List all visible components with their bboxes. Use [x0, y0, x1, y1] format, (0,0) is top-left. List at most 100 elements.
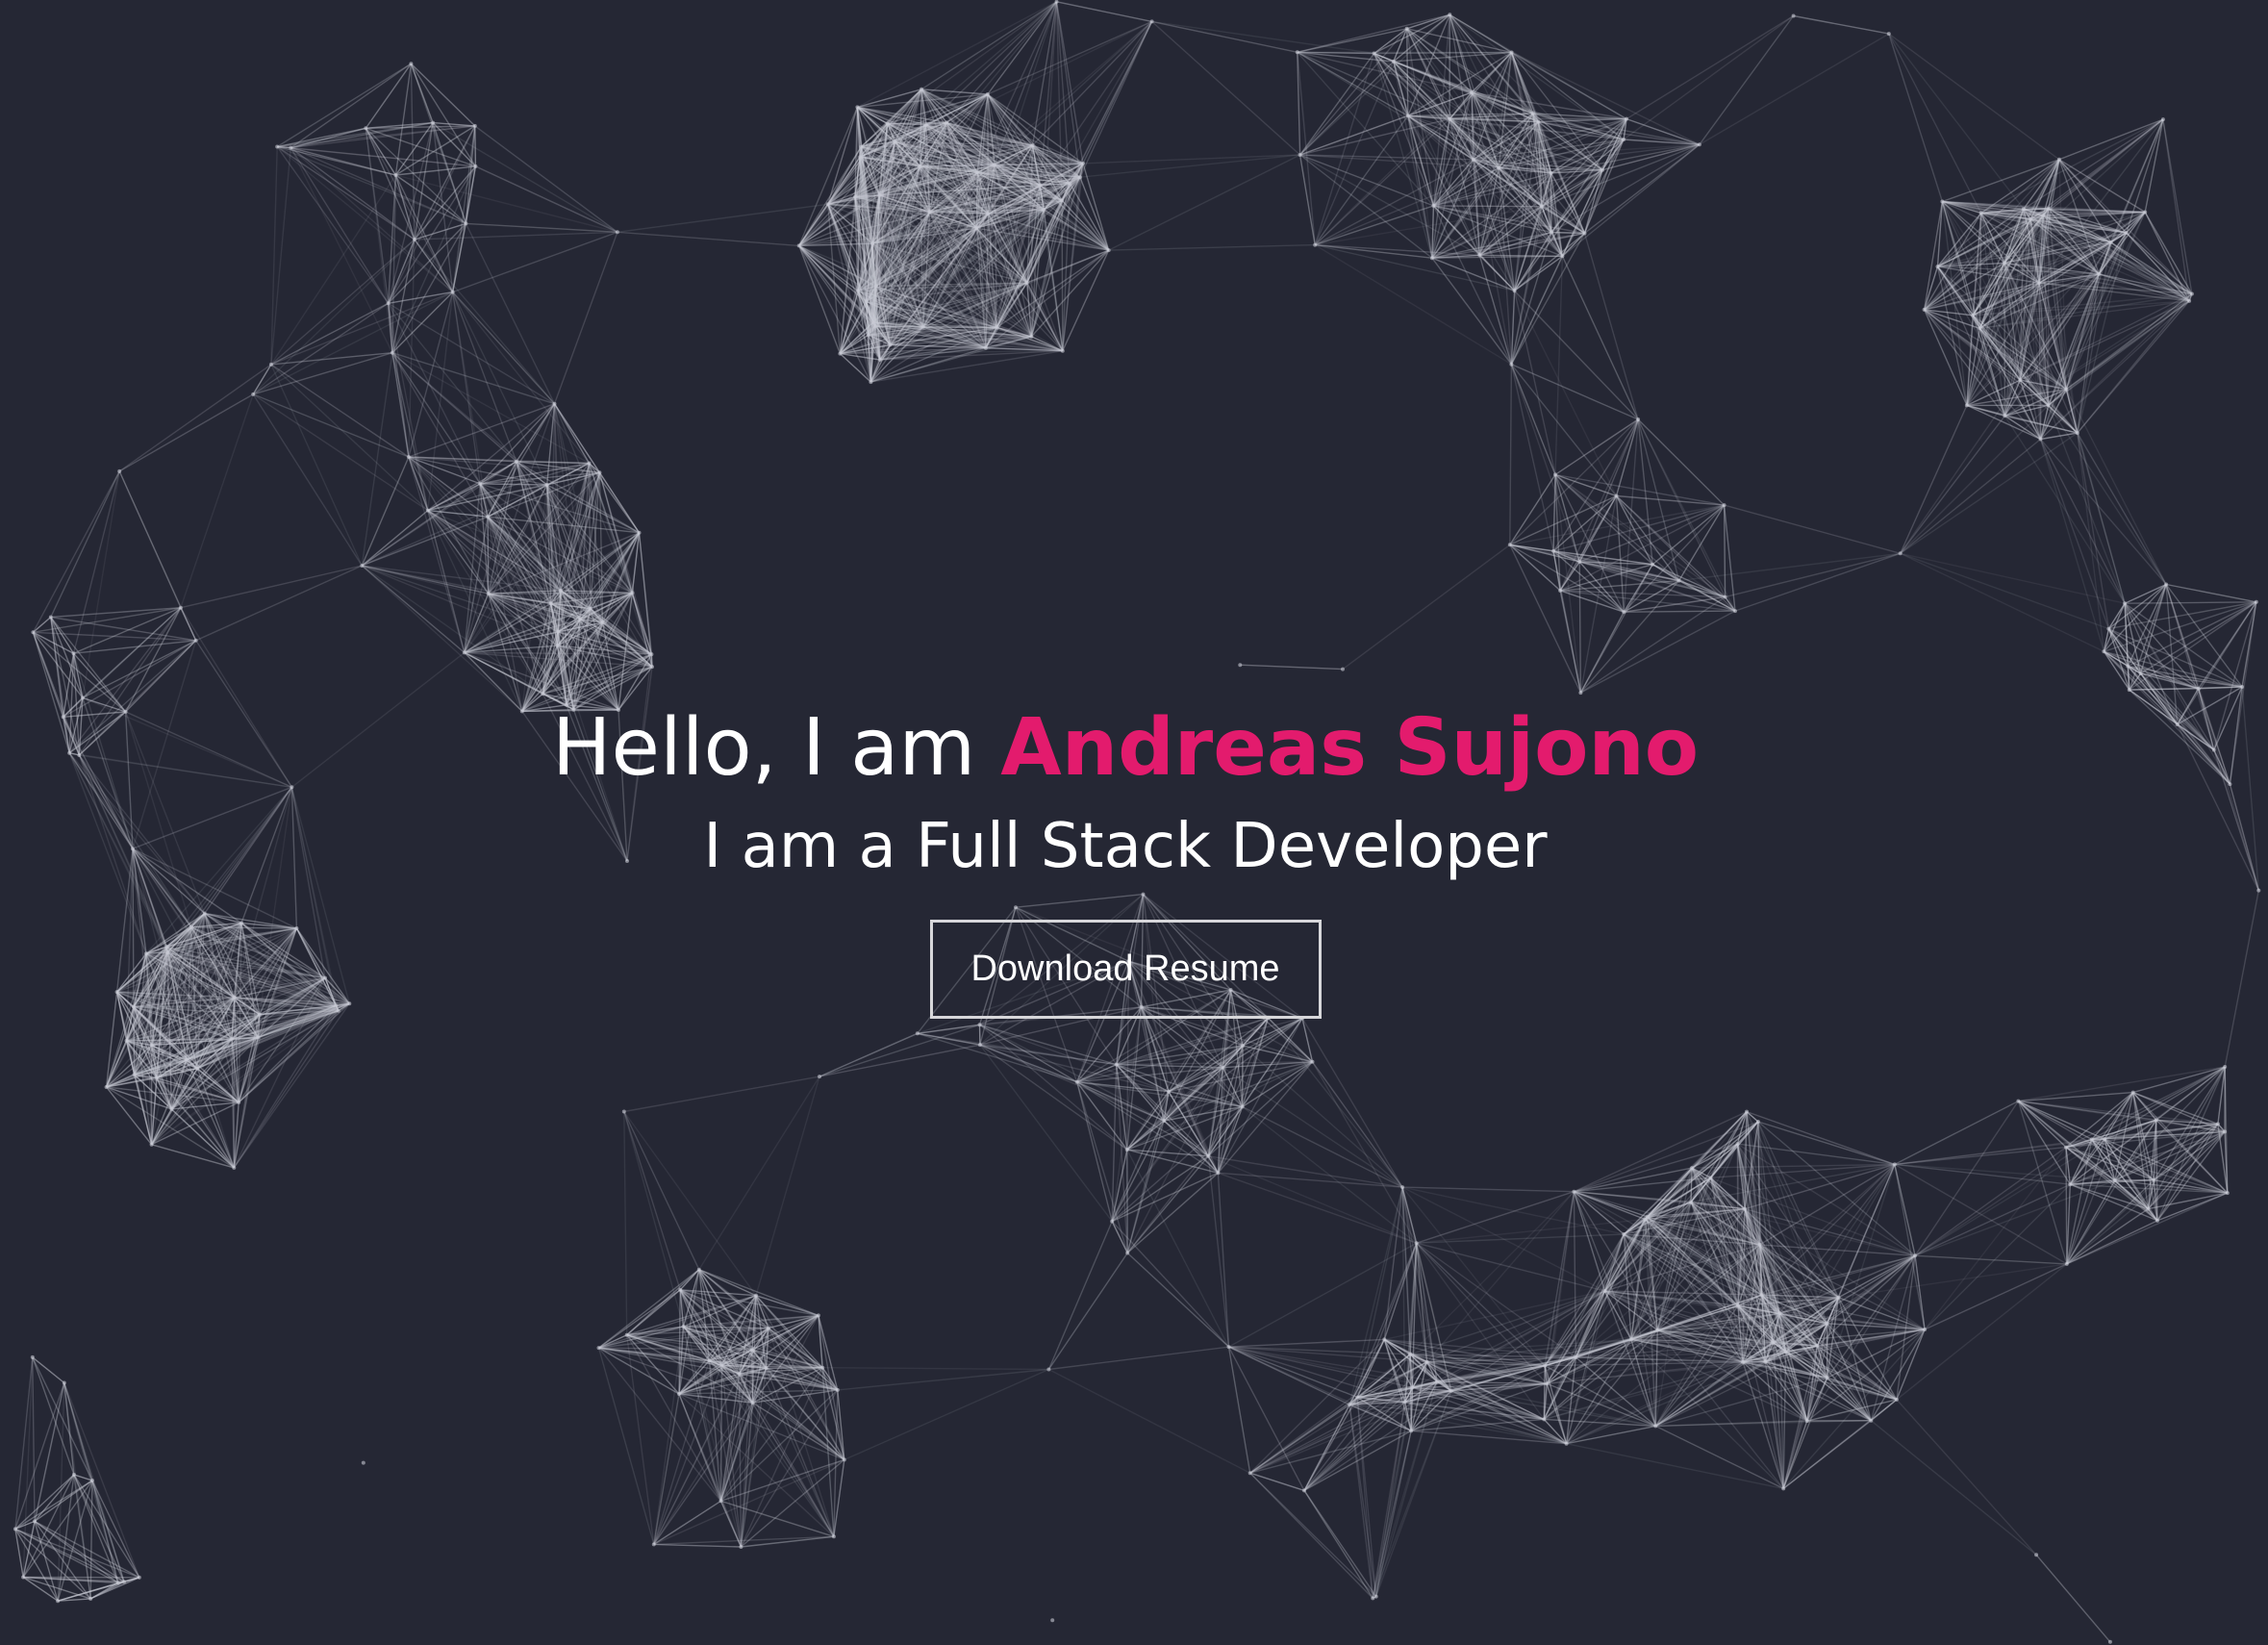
tagline: I am a Full Stack Developer — [703, 811, 1548, 882]
network-line — [1699, 15, 1795, 145]
network-line — [2065, 1147, 2068, 1264]
network-line — [1048, 1346, 1229, 1371]
network-node — [195, 1066, 200, 1071]
network-line — [819, 1044, 981, 1077]
network-line — [1079, 154, 1300, 178]
network-node — [995, 325, 999, 330]
network-line — [1816, 1164, 1896, 1347]
network-line — [1433, 205, 1543, 208]
network-node — [855, 105, 860, 110]
network-node — [1124, 1148, 1129, 1152]
network-line — [1357, 1396, 1545, 1421]
network-node — [597, 470, 602, 475]
network-node — [88, 1596, 93, 1601]
network-node — [1886, 32, 1891, 37]
network-line — [623, 1111, 681, 1291]
network-node — [62, 1380, 66, 1385]
network-node — [555, 644, 560, 648]
network-node — [1542, 1417, 1547, 1422]
network-node — [149, 1142, 154, 1147]
network-line — [1076, 1081, 1113, 1222]
hero-content: Hello, I am Andreas Sujono I am a Full S… — [0, 691, 2251, 1019]
network-line — [1510, 364, 1580, 563]
network-node — [2034, 1553, 2039, 1557]
network-line — [252, 393, 363, 567]
network-line — [1624, 610, 1736, 613]
network-line — [1734, 552, 1901, 612]
network-node — [615, 230, 619, 235]
network-line — [1108, 154, 1300, 251]
network-line — [1615, 495, 1625, 613]
network-line — [1372, 1402, 1406, 1599]
network-line — [1228, 1242, 1418, 1348]
network-node — [1536, 119, 1541, 124]
network-node — [893, 139, 897, 144]
network-node — [1574, 1355, 1578, 1359]
network-node — [2187, 298, 2192, 303]
network-node — [1722, 503, 1726, 508]
network-node — [289, 145, 293, 150]
network-line — [475, 165, 618, 233]
network-node — [2075, 431, 2079, 436]
network-line — [2035, 1554, 2111, 1643]
network-node — [1038, 183, 1043, 188]
network-node — [1582, 231, 1587, 236]
network-node — [2215, 1122, 2220, 1126]
network-node — [624, 1332, 629, 1337]
network-node — [2240, 685, 2245, 689]
network-line — [1623, 14, 1795, 140]
network-node — [1636, 418, 1641, 421]
network-line — [768, 1328, 835, 1537]
network-node — [386, 301, 391, 306]
network-line — [1510, 232, 1552, 365]
network-line — [394, 174, 454, 292]
network-node — [89, 1479, 94, 1482]
network-line — [1402, 1186, 1575, 1193]
network-node — [1622, 610, 1626, 615]
network-node — [71, 651, 76, 656]
network-node — [178, 605, 183, 610]
network-line — [1574, 1110, 1748, 1193]
network-node — [1046, 1367, 1051, 1372]
network-line — [1314, 205, 1434, 246]
network-node — [1512, 289, 1517, 293]
network-node — [2143, 210, 2148, 215]
network-node — [2056, 157, 2061, 162]
network-line — [1736, 1144, 1739, 1306]
network-line — [623, 1076, 820, 1113]
network-node — [56, 1599, 61, 1604]
network-node — [975, 170, 980, 175]
network-node — [2152, 1177, 2156, 1182]
network-line — [1249, 1380, 1438, 1474]
network-node — [154, 1076, 159, 1080]
network-line — [1513, 291, 1556, 475]
network-line — [2018, 1091, 2133, 1102]
network-node — [885, 121, 890, 126]
network-node — [587, 461, 592, 466]
network-line — [617, 203, 828, 233]
network-node — [754, 1293, 758, 1298]
network-node — [1530, 111, 1535, 115]
network-node — [873, 284, 878, 289]
network-line — [1372, 1430, 1412, 1599]
network-node — [1382, 1337, 1387, 1342]
network-line — [180, 393, 254, 608]
network-line — [819, 1032, 919, 1077]
network-node — [1372, 51, 1376, 56]
network-line — [752, 1402, 845, 1460]
network-line — [1724, 504, 1901, 554]
network-line — [22, 1474, 75, 1578]
network-node — [1167, 1089, 1171, 1094]
download-resume-button[interactable]: Download Resume — [929, 920, 1322, 1019]
network-node — [918, 164, 922, 168]
network-line — [1793, 14, 1889, 35]
network-line — [1222, 1067, 1403, 1188]
network-node — [1602, 1289, 1607, 1293]
network-line — [1082, 154, 1300, 164]
network-node — [1313, 242, 1318, 247]
network-line — [1900, 379, 2021, 554]
network-node — [718, 1499, 723, 1504]
network-node — [920, 87, 924, 91]
network-node — [866, 333, 870, 338]
network-node — [1629, 1337, 1633, 1342]
